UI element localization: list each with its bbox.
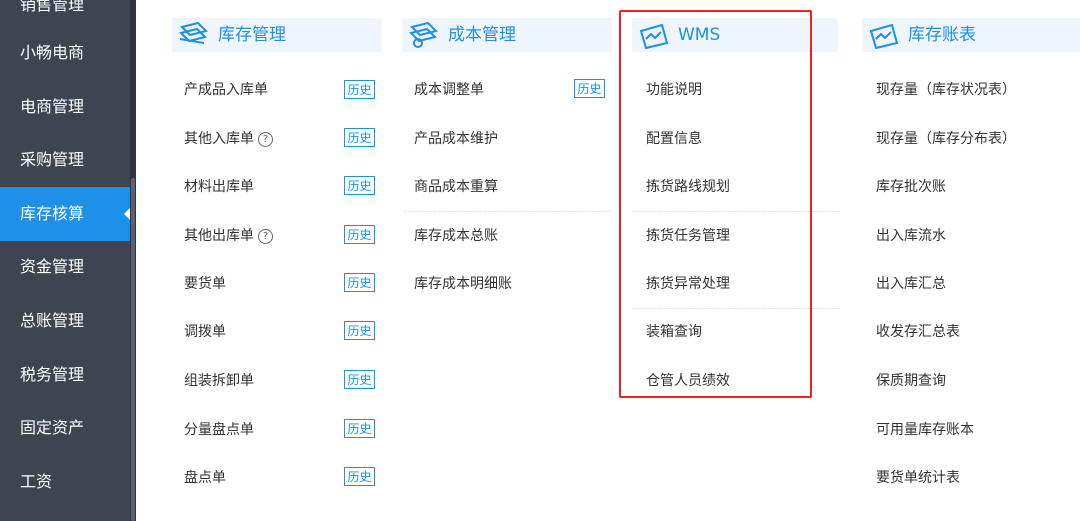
history-badge[interactable]: 历史: [344, 467, 375, 486]
sidebar-item-label: 库存核算: [20, 204, 85, 223]
menu-item-transfer[interactable]: 调拨单: [184, 320, 226, 344]
sidebar-item-label: 小畅电商: [20, 43, 85, 62]
column-title: 库存账表: [908, 25, 976, 45]
column-header: 库存账表: [862, 18, 1080, 52]
inventory-icon: [179, 21, 208, 44]
history-badge[interactable]: 历史: [344, 321, 375, 340]
history-badge[interactable]: 历史: [344, 419, 375, 438]
column-inventory-management: 库存管理: [172, 18, 382, 52]
sidebar-item-label: 总账管理: [20, 311, 85, 330]
sidebar-item-label: 固定资产: [20, 418, 85, 437]
menu-item-receive-issue-summary[interactable]: 收发存汇总表: [876, 320, 960, 344]
column-title: 成本管理: [448, 25, 516, 45]
divider: [404, 211, 610, 212]
sidebar-scrollbar-thumb[interactable]: [131, 178, 135, 521]
help-icon[interactable]: ?: [258, 229, 273, 244]
sidebar-item-label: 电商管理: [20, 97, 85, 116]
menu-item-assembly-disassembly[interactable]: 组装拆卸单: [184, 369, 254, 393]
menu-item-other-receipt[interactable]: 其他入库单?: [184, 127, 273, 151]
sidebar-item-label: 税务管理: [20, 365, 85, 384]
sidebar-item-general-ledger[interactable]: 总账管理: [0, 294, 130, 348]
sidebar-item-tax[interactable]: 税务管理: [0, 348, 130, 402]
column-header: 库存管理: [172, 18, 382, 52]
column-title: 库存管理: [218, 25, 286, 45]
menu-item-finished-goods-receipt[interactable]: 产成品入库单: [184, 78, 268, 102]
sidebar-item-label: 采购管理: [20, 150, 85, 169]
menu-item-other-issue[interactable]: 其他出库单?: [184, 224, 273, 248]
sidebar-item-xiaochang-ecommerce[interactable]: 小畅电商: [0, 26, 130, 80]
menu-item-cost-adjustment[interactable]: 成本调整单: [414, 78, 484, 102]
menu-item-requisition[interactable]: 要货单: [184, 272, 226, 296]
menu-item-material-issue[interactable]: 材料出库单: [184, 175, 254, 199]
menu-item-batch-ledger[interactable]: 库存批次账: [876, 175, 946, 199]
sidebar-item-ecommerce[interactable]: 电商管理: [0, 80, 130, 134]
menu-item-goods-cost-recalc[interactable]: 商品成本重算: [414, 175, 498, 199]
menu-item-in-out-summary[interactable]: 出入库汇总: [876, 272, 946, 296]
cost-icon: [409, 21, 438, 48]
menu-item-requisition-stats[interactable]: 要货单统计表: [876, 466, 960, 490]
sidebar-item-fixed-assets[interactable]: 固定资产: [0, 401, 130, 455]
column-header: 成本管理: [402, 18, 612, 52]
history-badge[interactable]: 历史: [344, 273, 375, 292]
history-badge[interactable]: 历史: [574, 79, 605, 98]
menu-item-stock-status[interactable]: 现存量（库存状况表）: [876, 78, 1016, 102]
column-inventory-reports: 库存账表: [862, 18, 1080, 52]
ledger-icon: [869, 23, 899, 49]
menu-item-partial-stocktake[interactable]: 分量盘点单: [184, 418, 254, 442]
help-icon[interactable]: ?: [258, 132, 273, 147]
menu-item-product-cost-maintenance[interactable]: 产品成本维护: [414, 127, 498, 151]
sidebar-nav: 销售管理 小畅电商 电商管理 采购管理 库存核算 资金管理 总账管理 税务管理 …: [0, 0, 136, 521]
history-badge[interactable]: 历史: [344, 128, 375, 147]
sidebar-item-inventory-accounting[interactable]: 库存核算: [0, 187, 131, 241]
history-badge[interactable]: 历史: [344, 176, 375, 195]
menu-item-in-out-flow[interactable]: 出入库流水: [876, 224, 946, 248]
menu-item-stock-distribution[interactable]: 现存量（库存分布表）: [876, 127, 1016, 151]
sidebar-item-label: 资金管理: [20, 257, 85, 276]
history-badge[interactable]: 历史: [344, 80, 375, 99]
column-cost-management: 成本管理: [402, 18, 612, 52]
menu-item-shelf-life-query[interactable]: 保质期查询: [876, 369, 946, 393]
history-badge[interactable]: 历史: [344, 225, 375, 244]
sidebar-item-funds[interactable]: 资金管理: [0, 240, 130, 294]
highlight-box: [619, 10, 812, 398]
menu-item-inventory-cost-detail[interactable]: 库存成本明细账: [414, 272, 512, 296]
menu-item-available-stock-book[interactable]: 可用量库存账本: [876, 418, 974, 442]
sidebar-item-label: 工资: [20, 472, 53, 491]
sidebar-item-purchasing[interactable]: 采购管理: [0, 133, 130, 187]
menu-item-inventory-cost-ledger[interactable]: 库存成本总账: [414, 224, 498, 248]
history-badge[interactable]: 历史: [344, 370, 375, 389]
sidebar-item-label: 销售管理: [20, 0, 85, 14]
menu-item-stocktake[interactable]: 盘点单: [184, 466, 226, 490]
sidebar-item-payroll[interactable]: 工资: [0, 455, 130, 509]
